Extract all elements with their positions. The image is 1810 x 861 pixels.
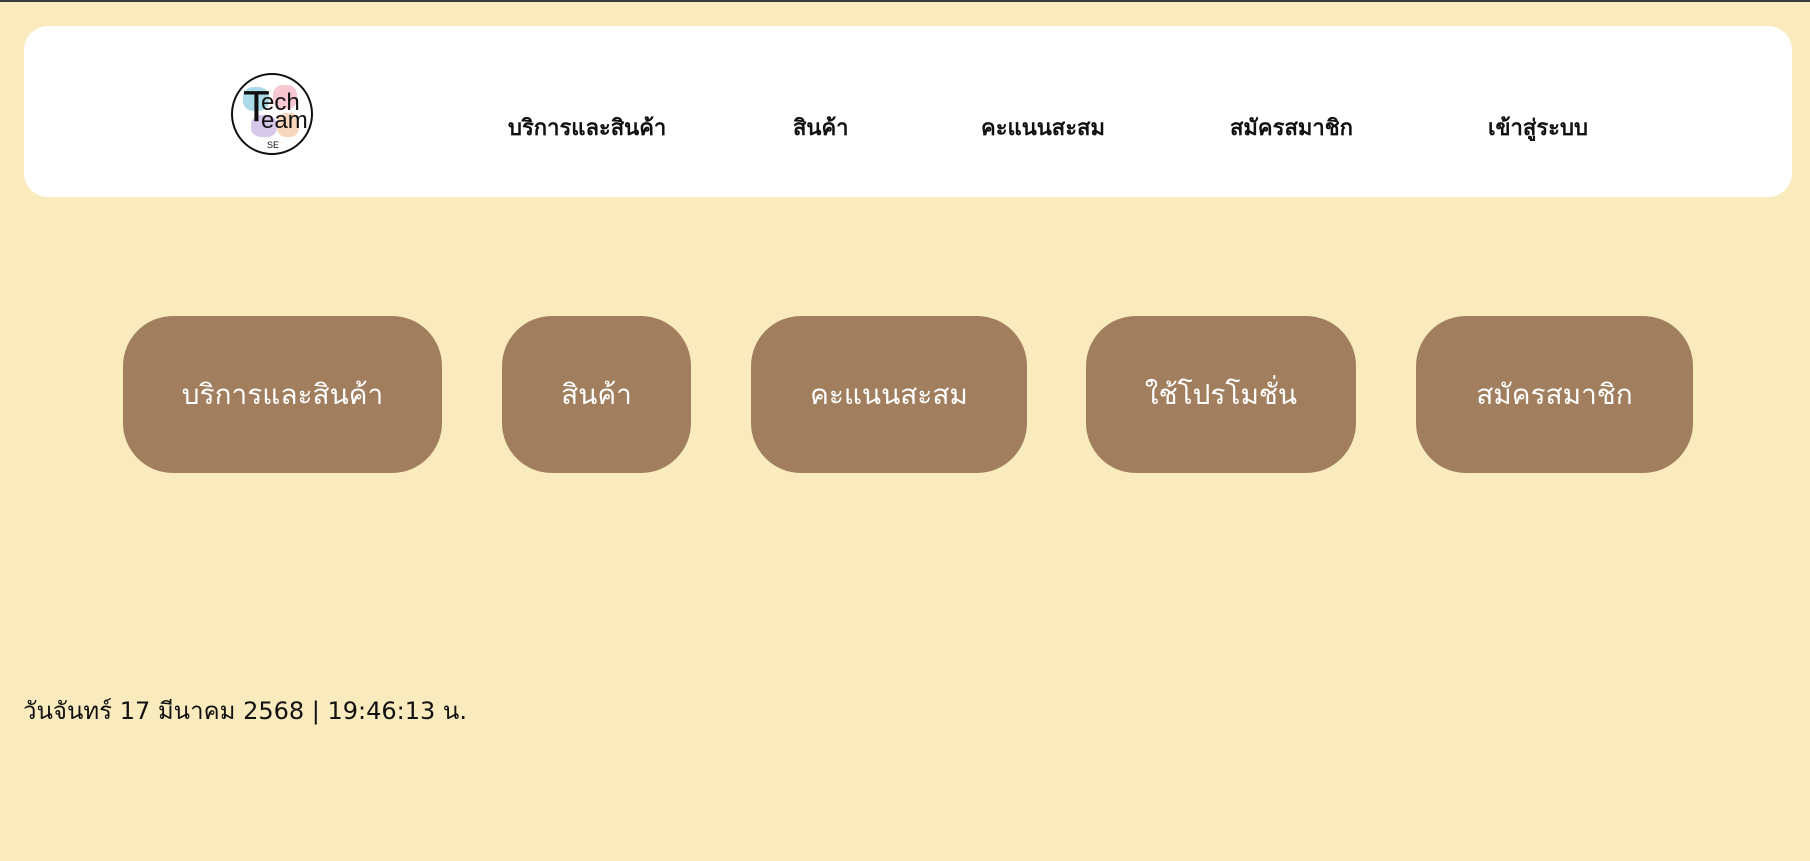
nav-link-register[interactable]: สมัครสมาชิก — [1230, 114, 1353, 144]
use-promotion-button[interactable]: ใช้โปรโมชั่น — [1086, 316, 1356, 473]
nav-link-points[interactable]: คะแนนสะสม — [981, 114, 1105, 144]
logo-text-eam: eam — [261, 107, 308, 134]
nav-link-login[interactable]: เข้าสู่ระบบ — [1488, 114, 1588, 144]
top-navbar: T ech eam SE บริการและสินค้า สินค้า คะแน… — [24, 26, 1792, 197]
points-button[interactable]: คะแนนสะสม — [751, 316, 1027, 473]
logo-text-se: SE — [267, 140, 280, 150]
products-button[interactable]: สินค้า — [502, 316, 691, 473]
nav-link-services[interactable]: บริการและสินค้า — [508, 114, 666, 144]
tech-team-logo-icon[interactable]: T ech eam SE — [231, 73, 313, 155]
services-button[interactable]: บริการและสินค้า — [123, 316, 442, 473]
current-datetime: วันจันทร์ 17 มีนาคม 2568 | 19:46:13 น. — [23, 697, 467, 725]
register-button[interactable]: สมัครสมาชิก — [1416, 316, 1693, 473]
nav-link-products[interactable]: สินค้า — [793, 114, 849, 144]
